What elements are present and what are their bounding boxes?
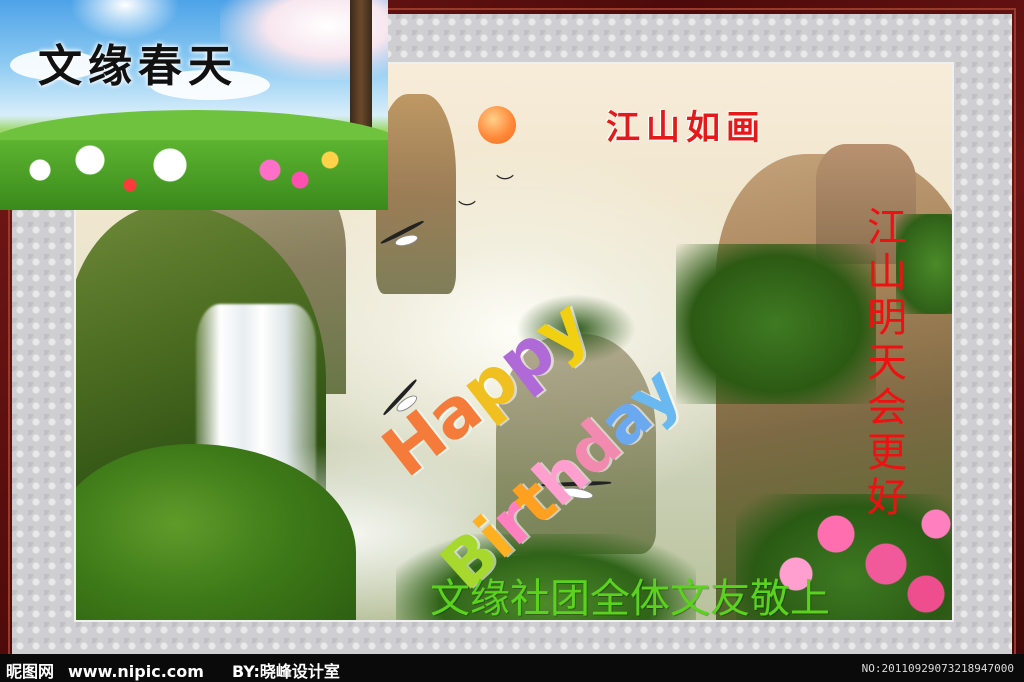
vertical-blessing-text: 江山明天会更好	[867, 205, 907, 521]
watermark-left: 昵图网 www.nipic.com BY:晓峰设计室	[6, 658, 340, 682]
dedication-text: 文缘社团全体文友敬上	[430, 576, 830, 622]
watermark-bar: 昵图网 www.nipic.com BY:晓峰设计室 NO:201109290732…	[0, 654, 1024, 682]
bird-icon: ︶	[458, 200, 476, 221]
site-name: 昵图网	[6, 662, 55, 681]
designer-credit: BY:晓峰设计室	[231, 662, 340, 681]
spring-inset-image: 文缘春天	[0, 0, 388, 210]
flower-meadow	[0, 140, 388, 210]
bird-icon: ︶	[496, 174, 514, 195]
site-url[interactable]: www.nipic.com	[68, 662, 204, 681]
image-number: NO:20110929073218947000	[861, 662, 1014, 675]
inset-title: 文缘春天	[38, 41, 238, 92]
sun	[478, 106, 516, 144]
left-peak	[376, 94, 456, 294]
painting-title: 江山如画	[606, 108, 766, 148]
